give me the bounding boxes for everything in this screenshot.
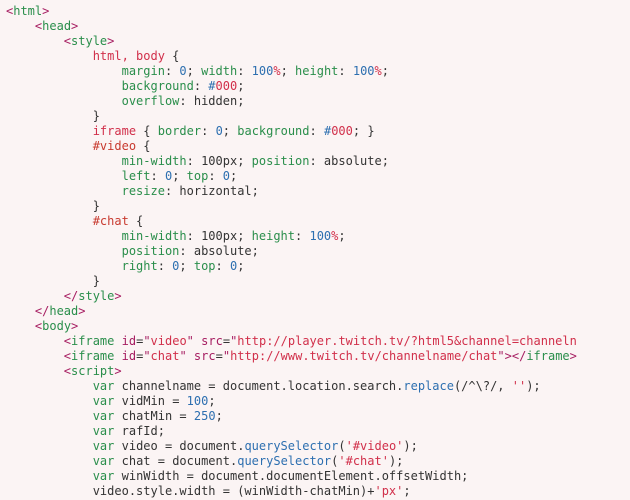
code-block: <html> <head> <style> html, body { margi… xyxy=(0,0,630,499)
css-sel-html-body: html, body xyxy=(93,49,165,63)
tag-style-close: style xyxy=(78,289,114,303)
tag-style-open: style xyxy=(71,34,107,48)
css-sel-chat: #chat xyxy=(93,214,129,228)
tag-script-open: script xyxy=(71,364,114,378)
tag-head-close: head xyxy=(49,304,78,318)
tag-html-open: html xyxy=(13,4,42,18)
attr-chat-src: http://www.twitch.tv/channelname/chat xyxy=(230,349,497,363)
tag-body-open: body xyxy=(42,319,71,333)
css-sel-iframe: iframe xyxy=(93,124,136,138)
tag-iframe-video: iframe xyxy=(71,334,114,348)
tag-head-open: head xyxy=(42,19,71,33)
attr-video-src: http://player.twitch.tv/?html5&channel=c… xyxy=(237,334,577,348)
tag-iframe-chat: iframe xyxy=(71,349,114,363)
css-sel-video: #video xyxy=(93,139,136,153)
